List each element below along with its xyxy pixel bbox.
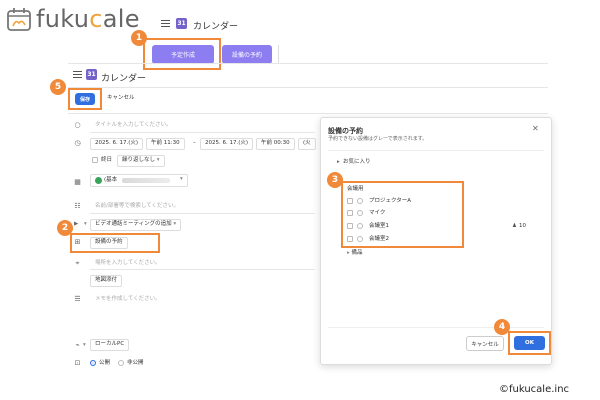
facility-checkbox[interactable] — [347, 210, 353, 216]
capacity-value: 10 — [519, 223, 526, 229]
video-meeting-select[interactable]: ビデオ通話ミーティングの追加 ▾ — [90, 219, 182, 231]
group-label: 会議用 — [347, 186, 364, 192]
step-badge-5: 5 — [50, 79, 66, 95]
repeat-label: 繰り返しなし — [122, 157, 156, 163]
facility-checkbox[interactable] — [347, 223, 353, 229]
end-date-extra[interactable]: (火 — [298, 138, 316, 150]
divider — [68, 87, 548, 88]
app-icon: 31 — [86, 69, 97, 80]
facility-item[interactable]: マイク — [369, 210, 385, 217]
divider — [90, 269, 315, 270]
location-icon: ⌖ — [75, 259, 80, 267]
guest-search-input[interactable]: 名前/部署等で検索してください。 — [95, 203, 179, 210]
facility-radio[interactable] — [357, 210, 363, 216]
visibility-private-label: 非公開 — [127, 360, 144, 366]
redacted-name — [122, 178, 170, 183]
hamburger-icon[interactable] — [161, 20, 170, 27]
close-icon[interactable]: ✕ — [532, 125, 539, 133]
facility-radio[interactable] — [357, 236, 363, 242]
allday-checkbox[interactable] — [92, 157, 98, 163]
memo-input[interactable]: メモを作成してください。 — [95, 296, 161, 303]
lock-icon: ⊡ — [74, 359, 81, 367]
chevron-down-icon: ▾ — [84, 221, 87, 227]
calendar-logo-icon — [7, 8, 31, 31]
users-icon: ☷ — [74, 202, 81, 210]
chevron-down-icon: ▾ — [173, 221, 177, 227]
facility-item[interactable]: 会議室2 — [369, 236, 389, 243]
top-app-title: カレンダー — [193, 22, 239, 32]
brand-logo: fukucale — [6, 6, 140, 32]
person-icon: ♟ — [512, 223, 517, 229]
facility-radio[interactable] — [357, 223, 363, 229]
facility-item[interactable]: 会議室1 — [369, 223, 389, 230]
divider — [328, 327, 544, 328]
favorites-label[interactable]: お気に入り — [343, 159, 371, 166]
title-dot-icon: ○ — [74, 121, 81, 129]
modal-title: 設備の予約 — [328, 127, 363, 135]
facility-checkbox[interactable] — [347, 198, 353, 204]
visibility-public-radio[interactable] — [90, 360, 96, 366]
visibility-public-label: 公開 — [99, 360, 111, 366]
chevron-down-icon: ▾ — [83, 342, 86, 348]
editor-app-title: カレンダー — [101, 74, 147, 84]
clock-icon: ◷ — [74, 139, 81, 147]
divider — [328, 150, 544, 151]
title-input[interactable]: タイトルを入力してください。 — [95, 122, 172, 129]
visibility-private-radio[interactable] — [118, 360, 124, 366]
modal-cancel-button[interactable]: キャンセル — [466, 336, 504, 351]
star-icon: ▸ — [337, 159, 340, 165]
step-badge-1: 1 — [131, 30, 147, 46]
copyright-text: ©fukucale.inc — [499, 384, 570, 395]
ok-button[interactable]: OK — [514, 336, 545, 350]
brand-name: fukucale — [36, 5, 140, 33]
attach-local-button[interactable]: ローカルPC — [90, 339, 130, 351]
cancel-link[interactable]: キャンセル — [107, 95, 135, 102]
allday-label: 終日 — [101, 157, 113, 163]
attach-icon: ⌁ — [75, 341, 80, 349]
divider — [68, 63, 548, 64]
other-group-label: 備品 — [351, 250, 363, 256]
location-input[interactable]: 場所を入力してください。 — [95, 260, 161, 267]
save-button[interactable]: 保存 — [75, 93, 95, 105]
start-time-field[interactable]: 午前 11:30 — [146, 138, 185, 150]
top-facility-button[interactable]: 設備の予約 — [222, 45, 272, 64]
end-date-field[interactable]: 2025. 6. 17.(火) — [200, 138, 254, 150]
map-attach-button[interactable]: 地図添付 — [90, 275, 123, 287]
facility-item[interactable]: プロジェクターA — [369, 198, 411, 205]
chevron-down-icon: ▾ — [156, 157, 160, 163]
video-label: ビデオ通話ミーティングの追加 — [95, 221, 172, 227]
divider — [90, 213, 315, 214]
facility-icon: ⊞ — [74, 238, 81, 246]
start-date-field[interactable]: 2025. 6. 17.(火) — [90, 138, 144, 150]
chevron-right-icon: ▸ — [347, 250, 350, 256]
hamburger-icon[interactable] — [73, 71, 82, 78]
calendar-color-dot — [95, 177, 102, 184]
top-divider — [278, 45, 279, 64]
chevron-down-icon: ▾ — [180, 176, 183, 182]
divider — [68, 113, 548, 114]
video-icon: ▶ — [74, 221, 79, 227]
app-icon: 31 — [176, 18, 187, 29]
other-group-toggle[interactable]: ▸ 備品 — [347, 250, 363, 257]
create-event-button[interactable]: 予定作成 — [152, 45, 214, 64]
calendar-owner: (基本 — [104, 177, 118, 183]
facility-radio[interactable] — [357, 198, 363, 204]
facility-checkbox[interactable] — [347, 236, 353, 242]
divider — [90, 132, 315, 133]
memo-icon: ☰ — [74, 295, 81, 303]
end-time-field[interactable]: 午前 00:30 — [256, 138, 295, 150]
calendar-icon: ▦ — [74, 178, 81, 186]
facility-button[interactable]: 設備の予約 — [90, 237, 128, 249]
repeat-select[interactable]: 繰り返しなし ▾ — [117, 155, 165, 167]
range-dash: – — [193, 140, 196, 146]
modal-subtitle: 予約できない設備はグレーで表示されます。 — [328, 136, 428, 142]
